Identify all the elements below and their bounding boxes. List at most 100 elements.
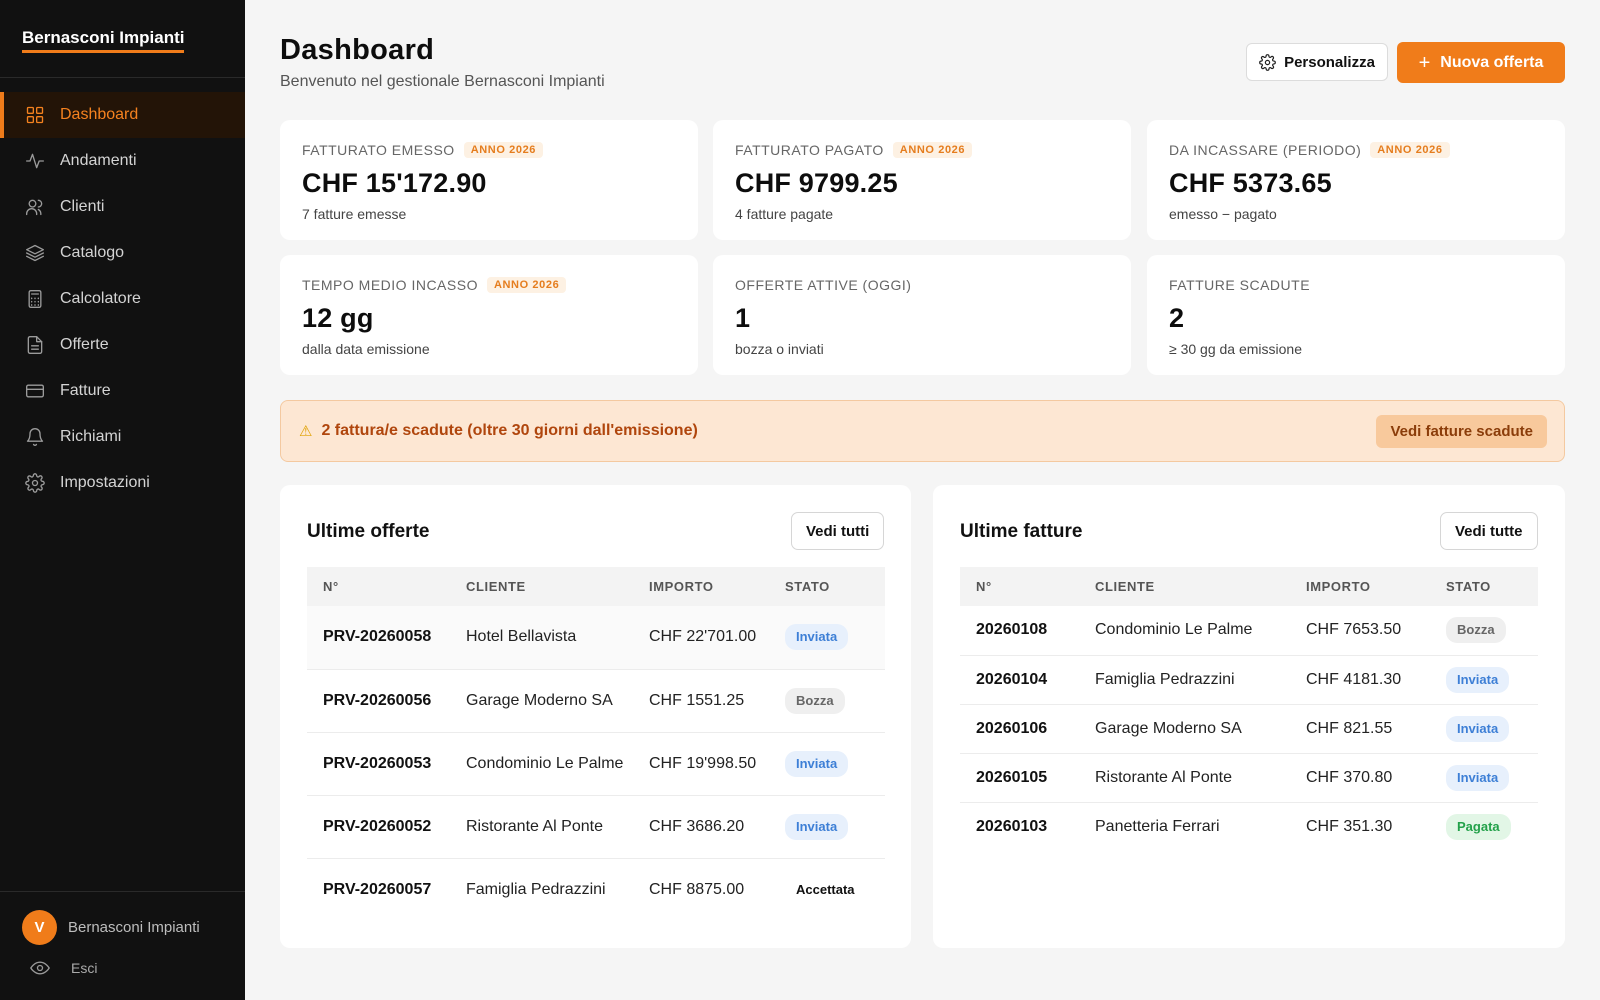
- sidebar-item-label: Andamenti: [60, 152, 137, 169]
- sidebar-item-andamenti[interactable]: Andamenti: [0, 138, 245, 184]
- amount: CHF 3686.20: [633, 795, 769, 859]
- kpi-card-fatture-scadute: FATTURE SCADUTE 2 ≥ 30 gg da emissione: [1147, 255, 1565, 375]
- brand-name[interactable]: Bernasconi Impianti: [22, 28, 185, 53]
- sidebar-item-offerte[interactable]: Offerte: [0, 322, 245, 368]
- sidebar-item-fatture[interactable]: Fatture: [0, 368, 245, 414]
- column-header: N°: [976, 579, 992, 594]
- column-header: STATO: [785, 579, 830, 594]
- kpi-subtext: ≥ 30 gg da emissione: [1169, 341, 1302, 357]
- user-name: Bernasconi Impianti: [68, 919, 200, 936]
- status-badge: Inviata: [1446, 666, 1510, 693]
- table-row[interactable]: PRV-20260058 Hotel Bellavista CHF 22'701…: [307, 606, 885, 670]
- kpi-subtext: 7 fatture emesse: [302, 206, 407, 222]
- kpi-label: DA INCASSARE (PERIODO): [1169, 142, 1362, 158]
- kpi-card-fatturato-pagato: FATTURATO PAGATO ANNO 2026 CHF 9799.25 4 …: [713, 120, 1131, 240]
- client-name: Condominio Le Palme: [1079, 606, 1290, 656]
- status-badge: Inviata: [1446, 715, 1510, 742]
- sidebar-item-label: Richiami: [60, 428, 122, 445]
- sidebar-item-calcolatore[interactable]: Calcolatore: [0, 276, 245, 322]
- table-row[interactable]: 20260106 Garage Moderno SA CHF 821.55 In…: [960, 704, 1538, 754]
- invoice-number: 20260108: [960, 606, 1079, 656]
- client-name: Garage Moderno SA: [1079, 704, 1290, 754]
- sidebar-item-catalogo[interactable]: Catalogo: [0, 230, 245, 276]
- client-name: Ristorante Al Ponte: [1079, 753, 1290, 803]
- users-icon: [25, 197, 45, 217]
- bell-icon: [25, 427, 45, 447]
- user-profile[interactable]: V Bernasconi Impianti: [22, 910, 200, 945]
- gear-icon: [1259, 53, 1276, 71]
- sidebar: Bernasconi Impianti Dashboard Andamenti …: [0, 0, 245, 1000]
- kpi-label: FATTURATO PAGATO: [735, 142, 884, 158]
- overdue-alert: ⚠ 2 fattura/e scadute (oltre 30 giorni d…: [280, 400, 1565, 462]
- column-header: IMPORTO: [649, 579, 714, 594]
- kpi-label: FATTURE SCADUTE: [1169, 277, 1311, 293]
- amount: CHF 4181.30: [1290, 655, 1430, 705]
- view-overdue-button[interactable]: Vedi fatture scadute: [1376, 415, 1547, 448]
- kpi-label: FATTURATO EMESSO: [302, 142, 455, 158]
- table-header-row: N° CLIENTE IMPORTO STATO: [307, 567, 885, 606]
- table-row[interactable]: 20260103 Panetteria Ferrari CHF 351.30 P…: [960, 802, 1538, 851]
- amount: CHF 370.80: [1290, 753, 1430, 803]
- brand: Bernasconi Impianti: [0, 0, 245, 78]
- table-row[interactable]: PRV-20260053 Condominio Le Palme CHF 19'…: [307, 732, 885, 796]
- new-offer-button[interactable]: + Nuova offerta: [1397, 42, 1565, 83]
- invoice-number: 20260103: [976, 817, 1048, 835]
- amount: CHF 821.55: [1290, 704, 1430, 754]
- file-icon: [25, 335, 45, 355]
- logout-button[interactable]: Esci: [30, 958, 97, 978]
- kpi-value: CHF 5373.65: [1169, 168, 1332, 198]
- kpi-subtext: dalla data emissione: [302, 341, 430, 357]
- kpi-label: OFFERTE ATTIVE (OGGI): [735, 277, 912, 293]
- avatar: V: [22, 910, 57, 945]
- invoice-number: 20260106: [960, 704, 1079, 754]
- kpi-card-da-incassare: DA INCASSARE (PERIODO) ANNO 2026 CHF 5373…: [1147, 120, 1565, 240]
- activity-icon: [25, 151, 45, 171]
- table-row[interactable]: PRV-20260052 Ristorante Al Ponte CHF 368…: [307, 795, 885, 859]
- sidebar-item-label: Impostazioni: [60, 474, 150, 491]
- table-row[interactable]: 20260104 Famiglia Pedrazzini CHF 4181.30…: [960, 655, 1538, 705]
- eye-icon: [30, 961, 50, 975]
- page-subtitle: Benvenuto nel gestionale Bernasconi Impi…: [280, 73, 605, 90]
- kpi-card-fatturato-emesso: FATTURATO EMESSO ANNO 2026 CHF 15'172.90 …: [280, 120, 698, 240]
- gear-icon: [25, 473, 45, 493]
- table-row[interactable]: 20260105 Ristorante Al Ponte CHF 370.80 …: [960, 753, 1538, 803]
- table-row[interactable]: PRV-20260057 Famiglia Pedrazzini CHF 887…: [307, 858, 885, 921]
- status-badge: Bozza: [785, 687, 845, 714]
- offer-number: PRV-20260053: [307, 732, 450, 796]
- status-badge: Inviata: [785, 750, 849, 777]
- new-offer-label: Nuova offerta: [1440, 53, 1544, 71]
- kpi-value: CHF 15'172.90: [302, 168, 487, 198]
- table-row[interactable]: 20260108 Condominio Le Palme CHF 7653.50…: [960, 606, 1538, 656]
- calculator-icon: [25, 289, 45, 309]
- sidebar-item-label: Dashboard: [60, 106, 139, 123]
- recent-offers-panel: Ultime offerte Vedi tutti N° CLIENTE IMP…: [280, 485, 911, 948]
- logout-label: Esci: [71, 960, 98, 976]
- column-header: IMPORTO: [1306, 579, 1371, 594]
- sidebar-item-impostazioni[interactable]: Impostazioni: [0, 460, 245, 506]
- sidebar-item-dashboard[interactable]: Dashboard: [0, 92, 245, 138]
- sidebar-item-richiami[interactable]: Richiami: [0, 414, 245, 460]
- plus-icon: +: [1418, 51, 1431, 74]
- kpi-value: 2: [1169, 303, 1185, 333]
- view-all-invoices-button[interactable]: Vedi tutte: [1440, 512, 1538, 550]
- panel-title: Ultime fatture: [960, 521, 1083, 542]
- amount: CHF 19'998.50: [633, 732, 769, 796]
- status-badge: Inviata: [785, 624, 849, 651]
- client-name: Famiglia Pedrazzini: [466, 880, 606, 898]
- client-name: Hotel Bellavista: [450, 606, 633, 670]
- status-badge: Inviata: [785, 813, 849, 840]
- table-row[interactable]: PRV-20260056 Garage Moderno SA CHF 1551.…: [307, 669, 885, 733]
- offer-number: PRV-20260057: [323, 880, 432, 898]
- kpi-value: CHF 9799.25: [735, 168, 898, 198]
- invoice-number: 20260104: [960, 655, 1079, 705]
- offers-table: N° CLIENTE IMPORTO STATO PRV-20260058 Ho…: [307, 567, 885, 921]
- grid-icon: [25, 105, 45, 125]
- kpi-value: 1: [735, 303, 751, 333]
- customize-button[interactable]: Personalizza: [1246, 43, 1388, 81]
- status-badge: Bozza: [1446, 617, 1506, 644]
- offer-number: PRV-20260056: [307, 669, 450, 733]
- sidebar-item-clienti[interactable]: Clienti: [0, 184, 245, 230]
- kpi-card-offerte-attive: OFFERTE ATTIVE (OGGI) 1 bozza o inviati: [713, 255, 1131, 375]
- page-header: Dashboard Benvenuto nel gestionale Berna…: [280, 34, 605, 91]
- view-all-offers-button[interactable]: Vedi tutti: [791, 512, 885, 550]
